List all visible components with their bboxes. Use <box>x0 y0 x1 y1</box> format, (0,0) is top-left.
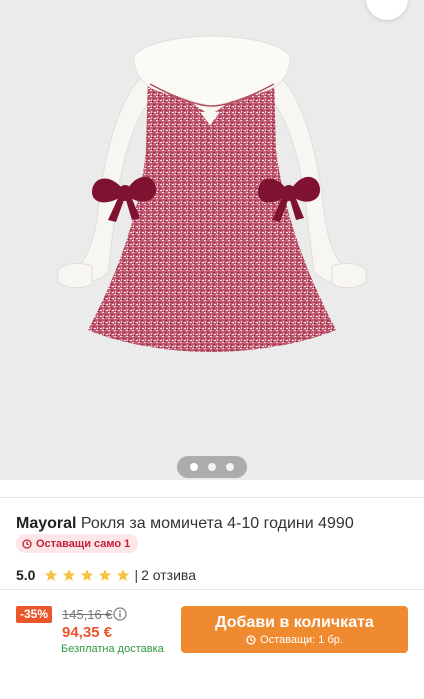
image-pagination[interactable] <box>177 456 247 478</box>
product-title: Mayoral Рокля за момичета 4-10 години 49… <box>16 514 354 534</box>
pagination-dot[interactable] <box>208 463 216 471</box>
rating-row[interactable]: 5.0 | 2 отзива <box>16 567 196 583</box>
remaining-stock: Оставащи: 1 бр. <box>181 634 408 646</box>
reviews-separator: | <box>134 567 139 583</box>
star-icon <box>81 569 94 581</box>
product-info: Mayoral Рокля за момичета 4-10 години 49… <box>0 497 424 583</box>
info-icon[interactable] <box>113 607 127 621</box>
reviews-link[interactable]: 2 отзива <box>141 567 196 583</box>
clock-icon <box>22 538 32 549</box>
brand-name[interactable]: Mayoral <box>16 515 76 532</box>
star-icon <box>99 569 112 581</box>
clock-icon <box>246 635 256 645</box>
purchase-bar: -35% 145,16 € 94,35 € Безплатна доставка… <box>0 589 424 699</box>
free-delivery-label: Безплатна доставка <box>61 643 164 655</box>
product-image-gallery[interactable] <box>0 0 424 480</box>
rating-stars <box>44 568 130 582</box>
discount-badge: -35% <box>16 606 53 623</box>
star-icon <box>45 569 58 581</box>
pagination-dot[interactable] <box>226 463 234 471</box>
pagination-dot-active[interactable] <box>190 463 198 471</box>
star-icon <box>117 569 130 581</box>
current-price: 94,35 € <box>62 624 113 641</box>
product-page: Mayoral Рокля за момичета 4-10 години 49… <box>0 0 424 699</box>
remaining-stock-text: Оставащи: 1 бр. <box>260 634 343 646</box>
star-icon <box>63 569 76 581</box>
product-image[interactable] <box>0 0 424 480</box>
stock-badge-text: Оставащи само 1 <box>36 537 131 550</box>
add-to-cart-button[interactable]: Добави в количката Оставащи: 1 бр. <box>181 606 408 653</box>
product-name: Рокля за момичета 4-10 години 4990 <box>80 515 354 532</box>
add-to-cart-label: Добави в количката <box>215 614 374 631</box>
old-price: 145,16 € <box>62 607 113 622</box>
stock-badge: Оставащи само 1 <box>16 534 139 553</box>
rating-score: 5.0 <box>16 567 36 583</box>
